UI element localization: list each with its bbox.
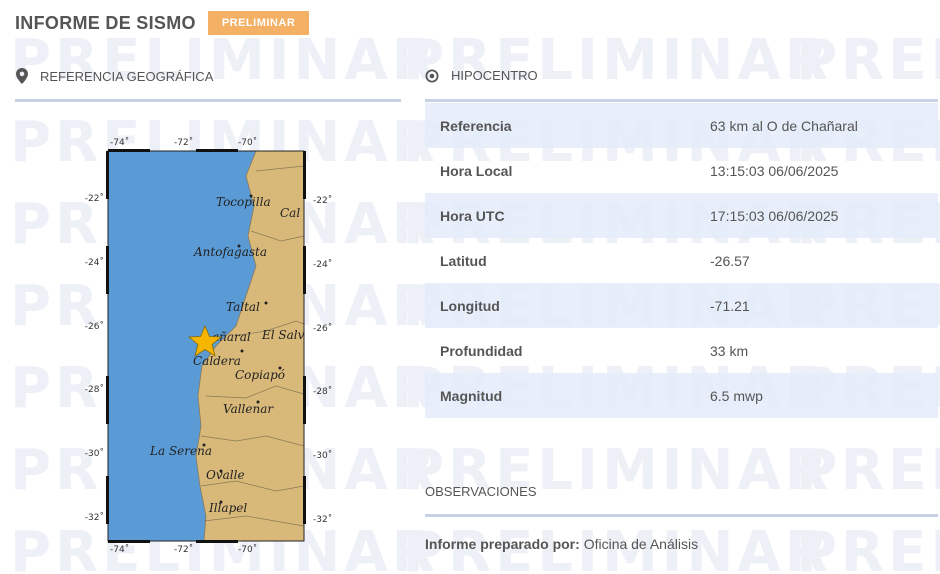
target-icon — [425, 69, 439, 83]
observations-divider — [425, 514, 938, 517]
place-la-serena: La Serena — [149, 444, 212, 458]
lat-tick-left-26: -26˚ — [84, 322, 104, 332]
row-value-longitud: -71.21 — [710, 297, 750, 314]
prepared-by: Informe preparado por: Oficina de Anális… — [425, 536, 698, 552]
table-row: Latitud -26.57 — [425, 238, 938, 283]
place-el-salvador: El Salv — [261, 328, 305, 342]
hypocenter-table: Referencia 63 km al O de Chañaral Hora L… — [425, 103, 938, 418]
row-label-longitud: Longitud — [440, 297, 500, 314]
prepared-by-value: Oficina de Análisis — [583, 536, 699, 552]
row-value-referencia: 63 km al O de Chañaral — [710, 117, 858, 134]
map-pin-icon — [16, 68, 28, 84]
lat-tick-right-22: -22˚ — [313, 195, 332, 206]
lat-tick-left-32: -32˚ — [84, 513, 104, 523]
lat-tick-left-28: -28˚ — [84, 385, 104, 395]
row-label-hora-local: Hora Local — [440, 162, 513, 179]
table-row: Referencia 63 km al O de Chañaral — [425, 103, 938, 148]
observations-heading: OBSERVACIONES — [425, 484, 537, 499]
place-calama: Cal — [280, 206, 300, 220]
row-value-profundidad: 33 km — [710, 342, 749, 359]
hypocenter-heading-label: HIPOCENTRO — [451, 68, 538, 83]
lon-tick-top-70: -70˚ — [238, 137, 257, 148]
place-copiapo: Copiapó — [235, 368, 285, 382]
geo-heading-label: REFERENCIA GEOGRÁFICA — [40, 68, 214, 84]
lat-ticks-left: -22˚ -24˚ -26˚ -28˚ -30˚ -32˚ — [80, 136, 104, 558]
lon-tick-top-74: -74˚ — [110, 137, 129, 148]
lat-tick-left-22: -22˚ — [84, 194, 104, 204]
table-row: Hora Local 13:15:03 06/06/2025 — [425, 148, 938, 193]
hypocenter-divider — [425, 99, 938, 102]
geo-divider — [15, 99, 401, 102]
prepared-by-label: Informe preparado por: — [425, 536, 580, 552]
lat-tick-right-32: -32˚ — [313, 514, 332, 525]
geo-reference-heading: REFERENCIA GEOGRÁFICA — [16, 68, 213, 84]
place-vallenar: Vallenar — [223, 402, 274, 416]
row-value-latitud: -26.57 — [710, 252, 750, 269]
place-caldera: Caldera — [193, 354, 241, 368]
lon-tick-bottom-74: -74˚ — [110, 544, 129, 555]
place-tocopilla: Tocopilla — [216, 195, 271, 209]
table-row: Magnitud 6.5 mwp — [425, 373, 938, 418]
lon-tick-bottom-72: -72˚ — [174, 544, 193, 555]
place-ovalle: Ovalle — [206, 468, 245, 482]
table-row: Longitud -71.21 — [425, 283, 938, 328]
place-illapel: Illapel — [208, 501, 247, 515]
lat-tick-left-24: -24˚ — [84, 258, 104, 268]
row-label-latitud: Latitud — [440, 252, 487, 269]
status-badge: PRELIMINAR — [207, 11, 310, 35]
table-row: Hora UTC 17:15:03 06/06/2025 — [425, 193, 938, 238]
lon-tick-top-72: -72˚ — [174, 137, 193, 148]
row-value-hora-local: 13:15:03 06/06/2025 — [710, 162, 839, 179]
lat-tick-left-30: -30˚ — [84, 449, 104, 459]
lat-tick-right-30: -30˚ — [313, 450, 332, 461]
row-label-hora-utc: Hora UTC — [440, 207, 505, 224]
row-value-magnitud: 6.5 mwp — [710, 387, 763, 404]
hypocenter-heading: HIPOCENTRO — [425, 68, 538, 83]
epicenter-map: -74˚ -72˚ -70˚ -74˚ -72˚ -70˚ -22˚ -24˚ … — [85, 136, 346, 558]
page-title: INFORME DE SISMO — [15, 12, 196, 33]
lon-tick-bottom-70: -70˚ — [238, 544, 257, 555]
table-row: Profundidad 33 km — [425, 328, 938, 373]
place-antofagasta: Antofagasta — [193, 245, 267, 259]
report-header: INFORME DE SISMO PRELIMINAR — [15, 10, 310, 36]
place-taltal: Taltal — [226, 300, 260, 314]
row-label-referencia: Referencia — [440, 117, 512, 134]
lat-tick-right-24: -24˚ — [313, 259, 332, 270]
row-value-hora-utc: 17:15:03 06/06/2025 — [710, 207, 839, 224]
lat-tick-right-28: -28˚ — [313, 386, 332, 397]
row-label-profundidad: Profundidad — [440, 342, 523, 359]
lat-tick-right-26: -26˚ — [313, 323, 332, 334]
row-label-magnitud: Magnitud — [440, 387, 503, 404]
